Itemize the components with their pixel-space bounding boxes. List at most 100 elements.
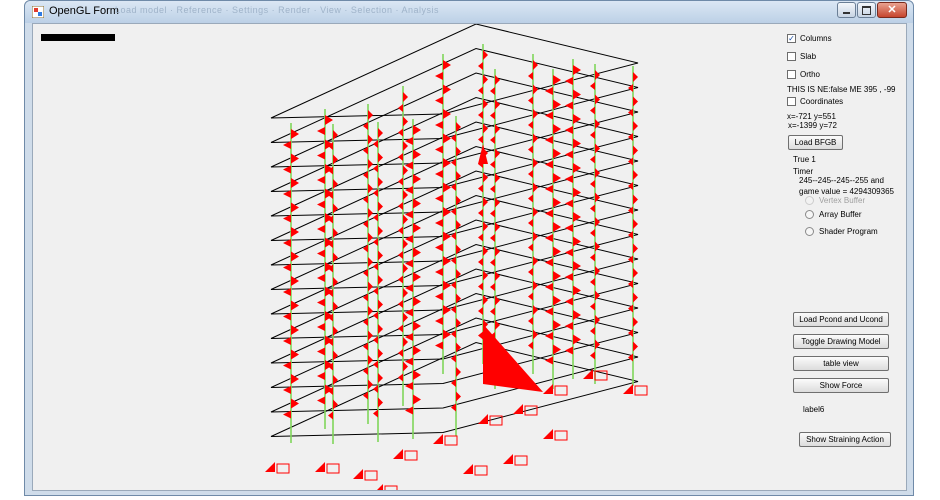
force-glyph — [495, 148, 500, 159]
vertex-buffer-radio[interactable]: Vertex Buffer — [805, 196, 865, 205]
force-glyph — [317, 347, 325, 356]
force-glyph — [378, 226, 383, 236]
force-glyph — [435, 194, 443, 203]
force-glyph — [633, 96, 638, 107]
force-glyph — [478, 282, 483, 291]
force-glyph — [435, 317, 443, 325]
ortho-checkbox[interactable]: Ortho — [787, 70, 820, 79]
force-glyph — [373, 262, 378, 271]
load-pcond-ucond-button[interactable]: Load Pcond and Ucond — [793, 312, 889, 327]
force-glyph — [435, 72, 443, 80]
coord-line-1: x=-721 y=551 — [787, 112, 836, 121]
force-glyph — [378, 373, 383, 383]
force-glyph — [451, 207, 456, 216]
force-glyph — [333, 399, 338, 410]
support-glyph — [315, 462, 325, 472]
force-glyph — [403, 288, 408, 298]
force-glyph — [478, 135, 483, 144]
force-glyph — [405, 308, 413, 317]
force-glyph — [633, 292, 638, 303]
coordinates-checkbox[interactable]: Coordinates — [787, 97, 843, 106]
support-marker — [364, 470, 378, 481]
force-glyph — [413, 247, 421, 258]
force-glyph — [413, 394, 421, 405]
toggle-drawing-model-button[interactable]: Toggle Drawing Model — [793, 334, 889, 349]
force-glyph — [495, 320, 500, 330]
color-line: 245--245--245--255 and — [799, 176, 884, 185]
force-glyph — [478, 233, 483, 242]
force-glyph — [478, 111, 483, 119]
force-glyph — [633, 145, 638, 156]
shader-program-radio[interactable]: Shader Program — [805, 227, 878, 236]
force-glyph — [533, 158, 538, 168]
force-glyph — [528, 145, 533, 154]
ghost-menu-bar: Load model · Reference · Settings · Rend… — [115, 5, 439, 15]
force-glyph — [405, 137, 413, 145]
force-glyph — [413, 174, 421, 184]
slab-checkbox[interactable]: Slab — [787, 52, 816, 61]
force-glyph — [533, 305, 538, 315]
force-glyph — [528, 243, 533, 252]
force-glyph — [368, 281, 373, 292]
floor-slab-outline — [270, 24, 639, 119]
close-button[interactable]: ✕ — [877, 2, 907, 18]
show-straining-action-button[interactable]: Show Straining Action — [799, 432, 891, 447]
maximize-icon — [862, 5, 871, 15]
force-glyph — [633, 194, 638, 205]
vertex-buffer-radio-icon — [805, 196, 814, 205]
force-glyph — [528, 121, 533, 129]
load-bfgb-button[interactable]: Load BFGB — [788, 135, 843, 150]
force-glyph — [528, 268, 533, 276]
force-glyph — [528, 341, 533, 350]
force-glyph — [413, 370, 421, 380]
columns-checkbox[interactable]: ✓ Columns — [787, 34, 832, 43]
force-glyph — [435, 121, 443, 129]
true-label: True 1 — [793, 155, 816, 164]
force-glyph — [405, 357, 413, 366]
force-glyph — [398, 177, 403, 186]
force-glyph — [317, 200, 325, 209]
force-glyph — [545, 258, 553, 267]
force-glyph — [490, 185, 495, 193]
force-glyph — [490, 87, 495, 95]
support-marker — [634, 385, 648, 396]
force-glyph — [495, 222, 500, 232]
force-glyph — [403, 337, 408, 347]
array-buffer-radio[interactable]: Array Buffer — [805, 210, 862, 219]
minimize-button[interactable] — [837, 2, 856, 18]
force-glyph — [528, 96, 533, 105]
force-glyph — [405, 235, 413, 243]
maximize-button[interactable] — [857, 2, 876, 18]
support-glyph — [393, 449, 403, 459]
force-glyph — [533, 60, 538, 70]
support-marker — [404, 450, 418, 461]
force-glyph — [398, 275, 403, 284]
show-force-button[interactable]: Show Force — [793, 378, 889, 393]
ortho-check-icon — [787, 70, 796, 79]
force-glyph — [333, 154, 338, 165]
force-glyph — [333, 228, 338, 238]
force-glyph — [317, 298, 325, 307]
opengl-canvas[interactable] — [33, 24, 781, 490]
slab-check-icon — [787, 52, 796, 61]
force-glyph — [368, 330, 373, 341]
array-buffer-label: Array Buffer — [819, 210, 862, 219]
support-marker — [326, 463, 340, 474]
force-glyph — [413, 125, 421, 135]
force-glyph — [478, 62, 483, 70]
force-glyph — [490, 307, 495, 316]
force-glyph — [368, 159, 373, 169]
force-glyph — [533, 84, 538, 95]
force-glyph — [495, 99, 500, 110]
force-glyph — [590, 302, 595, 311]
building-frame-model — [265, 24, 648, 490]
force-glyph — [565, 273, 573, 281]
control-panel: ✓ Columns Slab Ortho THIS IS NE:false ME… — [785, 24, 905, 490]
table-view-button[interactable]: table view — [793, 356, 889, 371]
title-bar[interactable]: OpenGL Form Load model · Reference · Set… — [25, 1, 913, 23]
window-title: OpenGL Form — [49, 5, 119, 17]
force-glyph — [368, 183, 373, 194]
support-marker — [514, 455, 528, 466]
force-glyph — [378, 348, 383, 359]
force-glyph — [528, 72, 533, 80]
